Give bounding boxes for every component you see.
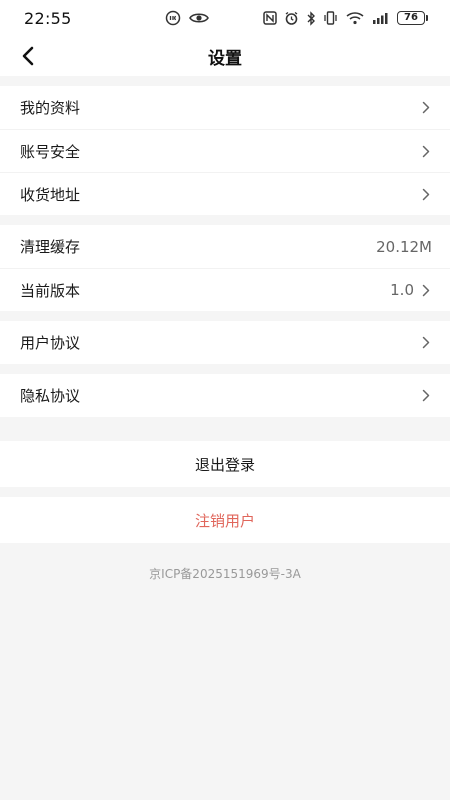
menu-item-label: 当前版本: [20, 281, 81, 300]
menu-item-current-version[interactable]: 当前版本 1.0: [0, 268, 450, 311]
vibrate-icon: [323, 11, 338, 25]
status-bar: 22:55 76: [0, 0, 450, 36]
battery-cap: [425, 15, 428, 21]
menu-item-label: 隐私协议: [20, 387, 81, 405]
menu-item-right: [420, 336, 432, 349]
top-gap: [0, 76, 450, 86]
chevron-left-icon: [22, 46, 34, 66]
status-center-icons: [165, 10, 210, 26]
back-button[interactable]: [8, 36, 48, 76]
menu-item-right: 20.12M: [376, 238, 432, 256]
settings-group-profile: 我的资料 账号安全 收货地址: [0, 86, 450, 215]
menu-item-my-profile[interactable]: 我的资料: [0, 86, 450, 129]
eye-icon: [189, 11, 210, 25]
menu-item-account-security[interactable]: 账号安全: [0, 129, 450, 172]
delete-account-button[interactable]: 注销用户: [0, 497, 450, 543]
menu-item-label: 清理缓存: [20, 238, 81, 256]
menu-item-shipping-address[interactable]: 收货地址: [0, 172, 450, 215]
chevron-right-icon: [420, 389, 432, 402]
version-value: 1.0: [390, 281, 414, 299]
menu-item-right: [420, 101, 432, 114]
settings-group-privacy: 隐私协议: [0, 374, 450, 417]
menu-item-label: 我的资料: [20, 99, 81, 117]
menu-item-right: [420, 188, 432, 201]
chevron-right-icon: [420, 284, 432, 297]
battery-level: 76: [396, 11, 425, 25]
logout-button[interactable]: 退出登录: [0, 441, 450, 487]
status-right-icons: 76: [263, 10, 428, 26]
battery-icon: 76: [396, 11, 428, 25]
chevron-right-icon: [420, 145, 432, 158]
navigation-bar: 设置: [0, 36, 450, 76]
settings-group-user-agreement: 用户协议: [0, 321, 450, 364]
chevron-right-icon: [420, 101, 432, 114]
menu-item-right: [420, 145, 432, 158]
cache-size-value: 20.12M: [376, 237, 432, 256]
bluetooth-icon: [306, 10, 316, 26]
menu-item-label: 收货地址: [20, 185, 81, 204]
settings-group-app: 清理缓存 20.12M 当前版本 1.0: [0, 225, 450, 311]
icp-filing-number: 京ICP备2025151969号-3A: [149, 567, 301, 581]
menu-item-user-agreement[interactable]: 用户协议: [0, 321, 450, 364]
chevron-right-icon: [420, 188, 432, 201]
menu-item-label: 用户协议: [20, 334, 81, 352]
menu-item-privacy-policy[interactable]: 隐私协议: [0, 374, 450, 417]
page-title: 设置: [208, 48, 242, 69]
app-notification-icon: [165, 10, 181, 26]
menu-item-clear-cache[interactable]: 清理缓存 20.12M: [0, 225, 450, 268]
chevron-right-icon: [420, 336, 432, 349]
status-time: 22:55: [24, 8, 72, 28]
nfc-icon: [263, 11, 277, 25]
menu-item-label: 账号安全: [20, 142, 81, 161]
wifi-6-icon: [345, 11, 365, 25]
menu-item-right: [420, 389, 432, 402]
menu-item-right: 1.0: [390, 281, 432, 299]
alarm-icon: [284, 11, 299, 26]
signal-icon: [372, 12, 390, 24]
